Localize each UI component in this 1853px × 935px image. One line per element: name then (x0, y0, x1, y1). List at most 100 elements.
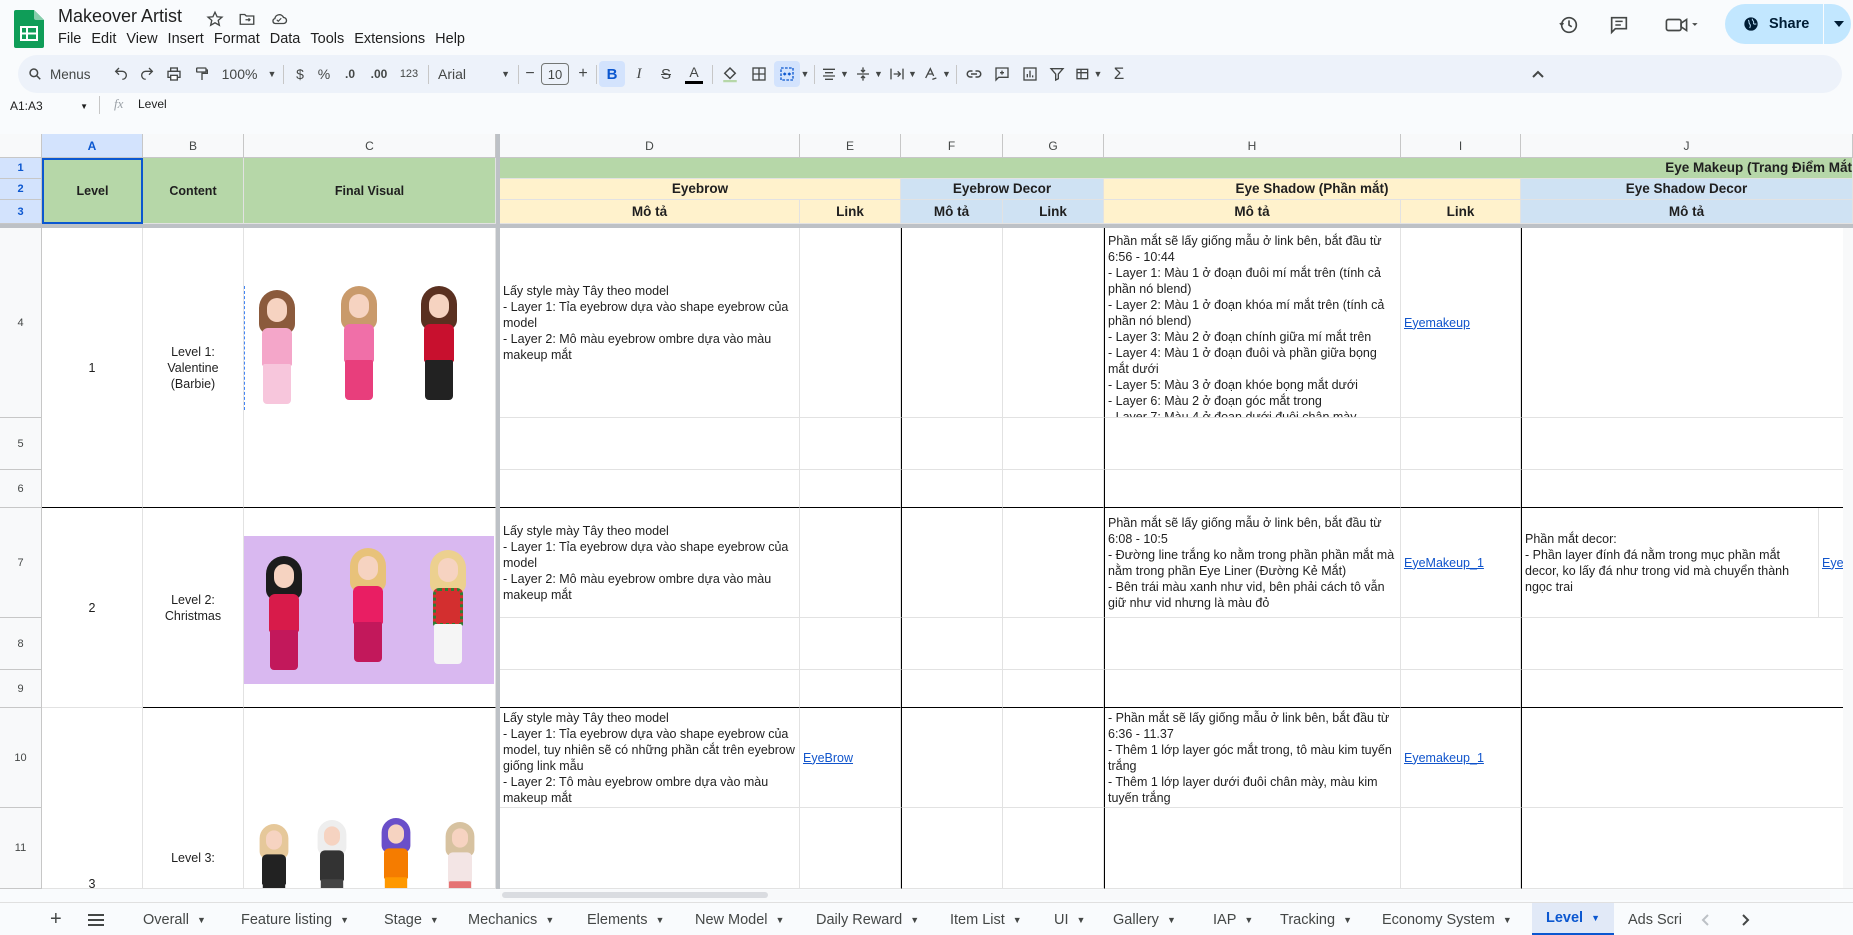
fill-color-icon[interactable] (716, 55, 744, 93)
header-final-visual[interactable]: Final Visual (244, 158, 496, 224)
name-box[interactable]: A1:A3 ▼ (10, 96, 90, 116)
row-header-3[interactable]: 3 (0, 200, 42, 224)
level-1-final-visual[interactable] (244, 228, 496, 508)
level-3-eyebrow-link-cell[interactable]: EyeBrow (800, 708, 901, 808)
currency-format-button[interactable]: $ (288, 55, 312, 93)
level-3-eyeshadow-desc[interactable]: - Phần mắt sẽ lấy giống mẫu ở link bên, … (1104, 708, 1401, 808)
row-header-5[interactable]: 5 (0, 418, 42, 470)
level-2-decor-desc[interactable]: Phần mắt decor: - Phần layer đính đá nằm… (1521, 508, 1819, 618)
level-1-eyebrow-link[interactable] (800, 228, 901, 418)
subheader-h-mo-ta[interactable]: Mô tả (1104, 200, 1401, 224)
collapse-toolbar-icon[interactable] (1523, 55, 1553, 93)
header-eyebrow-decor[interactable]: Eyebrow Decor (901, 179, 1104, 200)
row-header-10[interactable]: 10 (0, 708, 42, 808)
scroll-tabs-right-icon[interactable] (1741, 903, 1751, 935)
level-3-number-cell[interactable]: 3 (42, 708, 143, 889)
font-size-decrease-button[interactable]: − (520, 55, 540, 93)
redo-icon[interactable] (134, 55, 160, 93)
menu-tools[interactable]: Tools (310, 31, 352, 47)
level-3-final-visual[interactable] (244, 708, 496, 889)
row-header-2[interactable]: 2 (0, 179, 42, 200)
level-3-content-cell[interactable]: Level 3: (143, 708, 244, 889)
sheet-tab-new-model[interactable]: New Model ▼ (695, 903, 784, 935)
level-3-eyebrow-decor-link[interactable] (1003, 708, 1104, 808)
chevron-down-icon[interactable] (1834, 21, 1845, 27)
level-3-eyeshadow-link[interactable]: Eyemakeup_1 (1404, 750, 1484, 766)
header-eye-makeup[interactable]: Eye Makeup (Trang Điểm Mắt (500, 158, 1853, 179)
share-button[interactable]: Share (1725, 4, 1851, 44)
filter-icon[interactable] (1044, 55, 1070, 93)
subheader-j-mo-ta[interactable]: Mô tả (1521, 200, 1853, 224)
level-1-eyeshadow-link[interactable]: Eyemakeup (1404, 315, 1470, 331)
comments-icon[interactable] (1606, 12, 1632, 38)
scroll-tabs-left-icon[interactable] (1700, 903, 1710, 935)
level-2-number[interactable]: 2 (42, 508, 143, 708)
row-header-11[interactable]: 11 (0, 808, 42, 889)
strikethrough-button[interactable]: S (652, 55, 680, 93)
functions-icon[interactable]: Σ (1106, 55, 1132, 93)
sheet-tab-ui[interactable]: UI ▼ (1054, 903, 1085, 935)
row-header-8[interactable]: 8 (0, 618, 42, 670)
cloud-status-icon[interactable] (268, 8, 290, 30)
subheader-f-mo-ta[interactable]: Mô tả (901, 200, 1003, 224)
sheets-logo-icon[interactable] (14, 10, 44, 48)
sheet-tab-item-list[interactable]: Item List ▼ (950, 903, 1022, 935)
level-1-eyeshadow-desc[interactable]: Phần mắt sẽ lấy giống mẫu ở link bên, bắ… (1104, 228, 1401, 418)
font-size-input[interactable]: 10 (540, 55, 570, 93)
level-2-eyeshadow-desc[interactable]: Phần mắt sẽ lấy giống mẫu ở link bên, bắ… (1104, 508, 1401, 618)
level-3-eyeshadow-link-cell[interactable]: Eyemakeup_1 (1401, 708, 1521, 808)
column-header-i[interactable]: I (1401, 134, 1521, 158)
menu-edit[interactable]: Edit (91, 31, 124, 47)
vertical-scrollbar[interactable] (1843, 228, 1853, 888)
horizontal-scrollbar[interactable] (500, 890, 1830, 900)
level-2-eyeshadow-link[interactable]: EyeMakeup_1 (1404, 555, 1484, 571)
sheet-tab-iap[interactable]: IAP ▼ (1213, 903, 1253, 935)
sheet-tab-level[interactable]: Level ▼ (1532, 903, 1615, 935)
level-3-eyebrow-decor-desc[interactable] (901, 708, 1003, 808)
merge-cells-icon[interactable] (774, 61, 800, 87)
level-2-eyebrow-desc[interactable]: Lấy style mày Tây theo model - Layer 1: … (500, 508, 800, 618)
menu-data[interactable]: Data (270, 31, 309, 47)
level-2-eyebrow-decor-desc[interactable] (901, 508, 1003, 618)
zoom-select[interactable]: 100% ▼ (218, 55, 280, 93)
row-header-4[interactable]: 4 (0, 228, 42, 418)
level-2-eyeshadow-link-cell[interactable]: EyeMakeup_1 (1401, 508, 1521, 618)
level-2-final-visual[interactable] (244, 508, 496, 708)
row-header-7[interactable]: 7 (0, 508, 42, 618)
menu-view[interactable]: View (126, 31, 165, 47)
menu-format[interactable]: Format (214, 31, 268, 47)
filter-views-icon[interactable]: ▼ (1070, 55, 1106, 93)
all-sheets-icon[interactable] (88, 903, 104, 935)
level-2-eyebrow-decor-link[interactable] (1003, 508, 1104, 618)
level-2-decor-link[interactable]: Eye (1822, 555, 1844, 571)
sheet-tab-feature-listing[interactable]: Feature listing ▼ (241, 903, 349, 935)
level-1-number[interactable]: 1 (42, 228, 143, 508)
sheet-tab-mechanics[interactable]: Mechanics ▼ (468, 903, 554, 935)
column-header-j[interactable]: J (1521, 134, 1853, 158)
text-wrapping-icon[interactable]: ▼ (886, 55, 920, 93)
sheet-tab-economy-system[interactable]: Economy System ▼ (1382, 903, 1512, 935)
header-level[interactable]: Level (42, 158, 143, 224)
font-size-increase-button[interactable]: + (572, 55, 594, 93)
star-icon[interactable] (204, 8, 226, 30)
level-1-eyebrow-desc[interactable]: Lấy style mày Tây theo model - Layer 1: … (500, 228, 800, 418)
horizontal-align-icon[interactable]: ▼ (818, 55, 852, 93)
undo-icon[interactable] (108, 55, 134, 93)
print-icon[interactable] (160, 55, 188, 93)
bold-button[interactable]: B (599, 61, 625, 87)
column-header-e[interactable]: E (800, 134, 901, 158)
level-3-decor-desc[interactable] (1521, 708, 1853, 808)
column-header-c[interactable]: C (244, 134, 496, 158)
subheader-e-link[interactable]: Link (800, 200, 901, 224)
formula-input[interactable]: Level (138, 97, 167, 111)
italic-button[interactable]: I (626, 55, 652, 93)
row-header-6[interactable]: 6 (0, 470, 42, 508)
column-header-h[interactable]: H (1104, 134, 1401, 158)
move-folder-icon[interactable] (236, 8, 258, 30)
increase-decimal-button[interactable]: .00 (364, 55, 394, 93)
menu-help[interactable]: Help (435, 31, 473, 47)
decrease-decimal-button[interactable]: .0 (336, 55, 364, 93)
vertical-align-icon[interactable]: ▼ (852, 55, 886, 93)
row-header-1[interactable]: 1 (0, 158, 42, 179)
menu-extensions[interactable]: Extensions (354, 31, 433, 47)
